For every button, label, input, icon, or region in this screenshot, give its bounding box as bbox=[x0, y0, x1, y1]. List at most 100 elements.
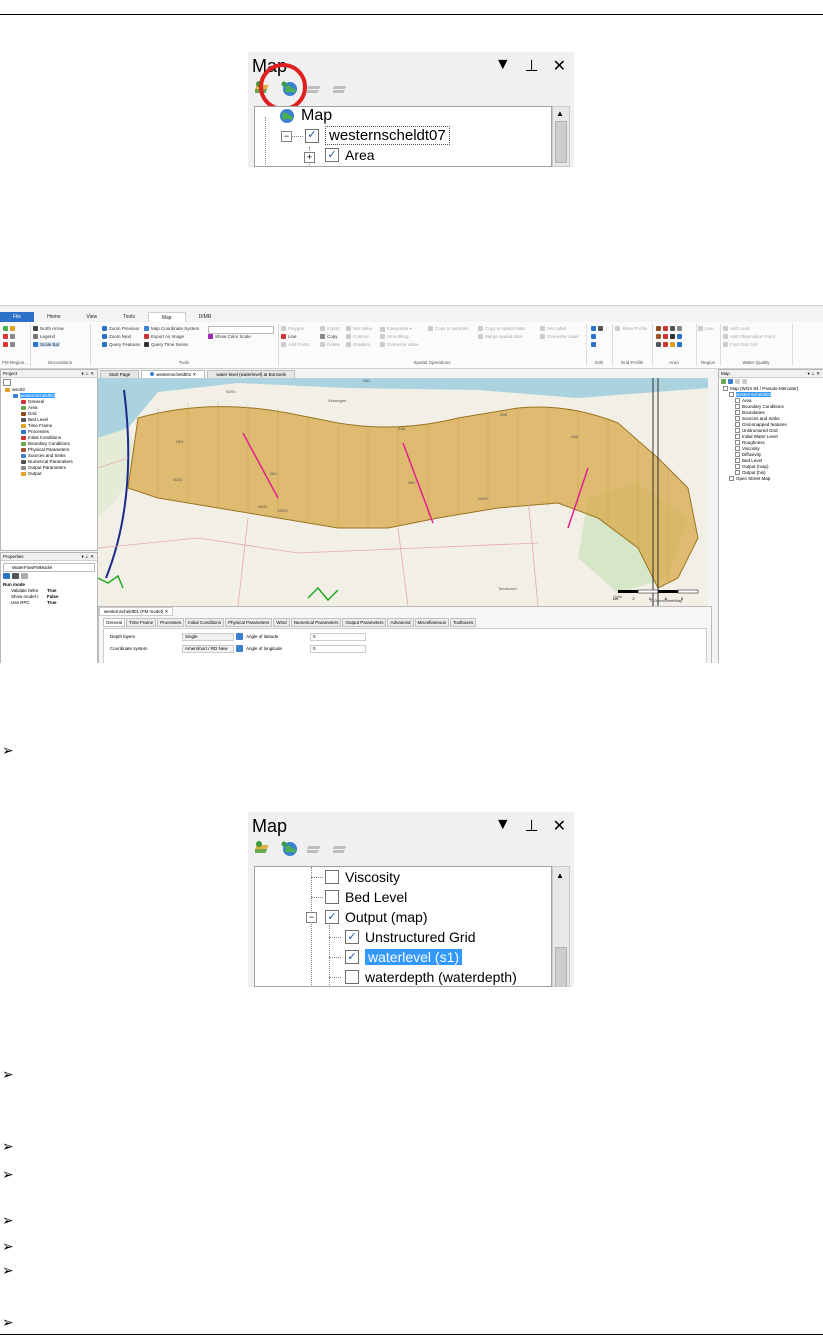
project-tree-item[interactable]: Boundary Conditions bbox=[21, 441, 70, 446]
layer-checkbox[interactable]: ✓ bbox=[345, 950, 359, 964]
layer-checkbox[interactable]: ✓ bbox=[345, 930, 359, 944]
menu-file[interactable]: File bbox=[0, 312, 35, 322]
query-features-button[interactable]: Query Features bbox=[102, 342, 140, 347]
add-load-button[interactable]: Add Load bbox=[723, 326, 749, 331]
add-layer-button[interactable] bbox=[254, 840, 274, 858]
zoom-layer-icon[interactable] bbox=[742, 379, 747, 384]
project-tree-item[interactable]: Numerical Parameters bbox=[21, 459, 73, 464]
subtab-physical-parameters[interactable]: Physical Parameters bbox=[225, 618, 273, 627]
layer-checkbox[interactable] bbox=[735, 464, 740, 469]
close-icon[interactable]: ✕ bbox=[553, 816, 566, 836]
layer-checkbox[interactable] bbox=[735, 470, 740, 475]
menu-dimr[interactable]: DIMR bbox=[186, 312, 225, 322]
region-line-button[interactable]: Line bbox=[698, 326, 714, 331]
edit-icon[interactable] bbox=[236, 645, 243, 652]
subtab-advanced[interactable]: Advanced bbox=[387, 618, 414, 627]
edit-tools[interactable] bbox=[591, 342, 596, 347]
field-value[interactable]: 0 bbox=[310, 633, 366, 641]
project-tree-item[interactable]: Sources and Sinks bbox=[21, 453, 66, 458]
categorized-icon[interactable] bbox=[3, 573, 10, 579]
subtab-miscellaneous[interactable]: Miscellaneous bbox=[414, 618, 450, 627]
subtab-processes[interactable]: Processes bbox=[157, 618, 185, 627]
add-wms-layer-button[interactable] bbox=[280, 840, 300, 858]
layer-checkbox[interactable] bbox=[735, 440, 740, 445]
field-value[interactable]: Amersfoort / RD New bbox=[182, 645, 234, 653]
map-pane-tree-item[interactable]: Sources and Sinks bbox=[735, 416, 780, 421]
scroll-up-icon[interactable]: ▲ bbox=[556, 871, 564, 880]
overwrite-label-button[interactable]: Overwrite Label bbox=[540, 334, 579, 339]
tree-node-bed-level[interactable]: Bed Level bbox=[325, 889, 407, 905]
layer-checkbox[interactable]: ✓ bbox=[305, 128, 319, 143]
alphabetical-icon[interactable] bbox=[12, 573, 19, 579]
copy-to-spatial-button[interactable]: Copy to spatial data bbox=[478, 326, 525, 331]
contour-button[interactable]: Contour bbox=[346, 334, 369, 339]
ribbon-icons[interactable] bbox=[3, 342, 15, 347]
import-button[interactable]: Import bbox=[320, 326, 340, 331]
property-value[interactable]: True bbox=[47, 600, 57, 605]
area-tools[interactable] bbox=[656, 342, 682, 347]
tab-water-level[interactable]: water level (waterlevel) at Borssele bbox=[207, 370, 296, 378]
layer-checkbox[interactable] bbox=[735, 446, 740, 451]
zoom-layer-button[interactable] bbox=[332, 80, 352, 98]
tree-node-area[interactable]: ✓ Area bbox=[325, 147, 375, 163]
overwrite-value-button[interactable]: Overwrite Value bbox=[380, 342, 419, 347]
project-tree-item[interactable]: Bed Level bbox=[21, 417, 48, 422]
layer-checkbox[interactable] bbox=[735, 398, 740, 403]
map-pane-tree-item[interactable]: Boundary Conditions bbox=[735, 404, 784, 409]
zoom-layer-button[interactable] bbox=[332, 840, 352, 858]
add-layer-icon[interactable] bbox=[721, 379, 726, 384]
add-observation-point-button[interactable]: Add Observation Point bbox=[723, 334, 775, 339]
set-label-button[interactable]: Set Label bbox=[540, 326, 566, 331]
layer-checkbox[interactable] bbox=[735, 452, 740, 457]
layer-checkbox[interactable] bbox=[729, 476, 734, 481]
object-selector[interactable]: WaterFlowFMModel bbox=[3, 563, 95, 572]
tree-node-unstructured-grid[interactable]: ✓ Unstructured Grid bbox=[345, 929, 475, 945]
layer-checkbox[interactable] bbox=[723, 386, 728, 391]
area-tools[interactable] bbox=[656, 326, 682, 331]
pin-icon[interactable]: ⊥ bbox=[525, 816, 539, 836]
scrollbar-thumb[interactable] bbox=[555, 121, 567, 163]
tree-scrollbar[interactable]: ▲ bbox=[552, 106, 570, 167]
map-pane-tree-item[interactable]: Grid-snapped features bbox=[735, 422, 787, 427]
project-tree-item[interactable]: westernscheldt03 bbox=[13, 393, 56, 398]
field-value[interactable]: 0 bbox=[310, 645, 366, 653]
tab-start-page[interactable]: Start Page bbox=[100, 370, 140, 378]
zoom-next-button[interactable]: Zoom Next bbox=[102, 334, 131, 339]
map-pane-tree-item[interactable]: Open Street Map bbox=[729, 476, 770, 481]
edit-tools[interactable] bbox=[591, 326, 603, 331]
edit-tools[interactable] bbox=[591, 334, 596, 339]
layer-dropdown[interactable] bbox=[208, 326, 274, 334]
layer-checkbox[interactable] bbox=[735, 458, 740, 463]
scroll-up-icon[interactable]: ▲ bbox=[556, 109, 564, 118]
gradient-button[interactable]: Gradient bbox=[346, 342, 370, 347]
project-tree-item[interactable]: Area bbox=[21, 405, 38, 410]
merge-spatial-button[interactable]: Merge spatial data bbox=[478, 334, 522, 339]
show-color-scale-button[interactable]: Show Color Scale bbox=[208, 334, 251, 339]
tree-node-viscosity[interactable]: Viscosity bbox=[325, 869, 400, 885]
subtab-wind[interactable]: Wind bbox=[273, 618, 290, 627]
find-grid-cell-button[interactable]: Find Grid Cell bbox=[723, 342, 758, 347]
pane-controls-icon[interactable]: ▾ ⊥ ✕ bbox=[82, 370, 94, 377]
ribbon-icons[interactable] bbox=[3, 334, 15, 339]
project-tree-item[interactable]: Physical Parameters bbox=[21, 447, 69, 452]
map-view[interactable] bbox=[98, 378, 708, 606]
smoothing-button[interactable]: Smoothing bbox=[380, 334, 409, 339]
menu-map[interactable]: Map bbox=[147, 312, 186, 322]
layer-checkbox[interactable] bbox=[735, 422, 740, 427]
collapse-icon[interactable]: − bbox=[306, 912, 317, 923]
layer-checkbox[interactable]: ✓ bbox=[325, 910, 339, 924]
ribbon-label[interactable]: FM Region... bbox=[0, 360, 30, 365]
pane-controls-icon[interactable]: ▾ ⊥ ✕ bbox=[82, 553, 94, 560]
project-tree-item[interactable]: General bbox=[21, 399, 44, 404]
subtab-time-frame[interactable]: Time Frame bbox=[126, 618, 157, 627]
polygon-button[interactable]: Polygon bbox=[281, 326, 304, 331]
area-tools[interactable] bbox=[656, 334, 682, 339]
map-pane-tree-item[interactable]: Unstructured Grid bbox=[735, 428, 778, 433]
subtab-initial-conditions[interactable]: Initial Conditions bbox=[185, 618, 225, 627]
remove-layer-button[interactable] bbox=[306, 840, 326, 858]
expand-icon[interactable]: + bbox=[304, 152, 315, 163]
layer-checkbox[interactable] bbox=[735, 410, 740, 415]
project-tree-item[interactable]: Grid bbox=[21, 411, 37, 416]
map-pane-tree-item[interactable]: westernscheldt03 bbox=[729, 392, 772, 397]
subtab-output-parameters[interactable]: Output Parameters bbox=[342, 618, 387, 627]
